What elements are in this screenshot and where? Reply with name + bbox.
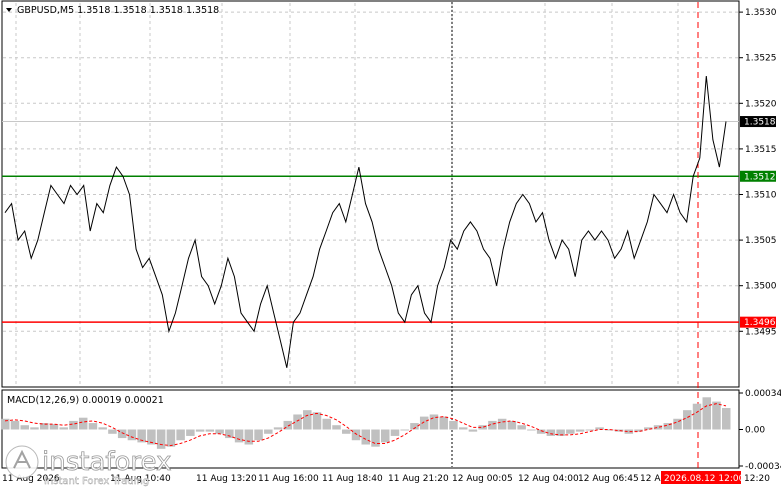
price-tick-label: 1.3510 [745,191,777,201]
macd-bar [322,418,332,430]
macd-bar [449,420,458,430]
macd-bar [234,429,244,443]
trading-chart: GBPUSD,M5 1.3518 1.3518 1.3518 1.3518 MA… [0,0,781,489]
time-label: 12 Aug 00:05 [452,474,513,484]
price-tick-label: 1.3515 [745,145,777,155]
macd-bar [20,425,29,430]
price-tick-label: 1.3520 [745,99,777,109]
macd-bar [127,429,137,441]
macd-bar [380,429,390,443]
macd-bar [585,429,595,431]
macd-bar [244,429,254,445]
time-label: 11 Aug 16:00 [258,474,319,484]
macd-bar [361,429,370,445]
price-tick-label: 1.3530 [745,8,777,18]
macd-bar [98,427,107,430]
macd-bar [195,429,205,432]
macd-bar [69,420,78,430]
macd-bar [225,429,234,439]
price-tick-label: 1.3525 [745,54,777,64]
macd-bar [536,429,546,434]
macd-bar [429,414,439,430]
macd-bar [722,408,731,430]
macd-bar [312,412,322,430]
macd-bar [371,429,380,447]
time-label: 12 Aug 04:00 [518,474,579,484]
macd-bar [78,417,88,430]
watermark-tagline: Instant Forex Trading [44,476,149,487]
time-highlight-label: 2026.08.12 12:00 [664,474,745,484]
macd-tick-label: -0.00034 [745,462,781,472]
macd-bar [342,429,351,434]
time-label: 11 Aug 18:40 [322,474,383,484]
current-price-label: 1.3518 [744,118,776,128]
macd-bar [702,397,712,430]
macd-bar [517,425,526,430]
macd-bar [88,423,98,430]
macd-bar [186,429,195,436]
macd-bar [527,429,536,431]
macd-bar [692,403,702,430]
macd-bar [254,429,263,441]
price-tick-label: 1.3505 [745,236,777,246]
macd-bar [458,427,468,430]
symbol-info: GBPUSD,M5 1.3518 1.3518 1.3518 1.3518 [17,5,219,16]
macd-bar [575,429,585,432]
macd-bar [653,425,663,430]
macd-bar [264,429,273,434]
macd-bar [400,429,409,431]
macd-bar [497,418,507,430]
macd-bar [419,416,429,430]
macd-bar [108,429,117,434]
macd-bar [712,401,721,430]
time-right-label: 12:20 [744,474,770,484]
macd-bar [468,429,478,432]
macd-bar [156,429,166,449]
macd-bar [205,429,215,432]
macd-tick-label: 0.00034 [745,389,781,399]
instaforex-logo [5,445,39,479]
macd-bar [59,427,68,430]
time-label: 12 Aug 06:45 [578,474,639,484]
macd-bar [176,429,185,441]
macd-bar [10,420,20,430]
watermark-brand: instaforex [42,447,171,477]
macd-bar [273,427,283,430]
macd-bar [166,429,176,447]
price-tick-label: 1.3495 [745,327,777,337]
macd-bar [390,429,400,436]
macd-bar [566,429,575,434]
macd-bar [683,410,692,430]
macd-bar [332,425,341,430]
macd-info: MACD(12,26,9) 0.00019 0.00021 [7,395,164,406]
time-label: 11 Aug 13:20 [196,474,257,484]
macd-bar [507,420,517,430]
time-label: 11 Aug 21:20 [388,474,449,484]
resistance-price-label: 1.3512 [744,172,776,182]
macd-tick-label: 0.00 [745,426,765,436]
price-tick-label: 1.3500 [745,282,777,292]
macd-bar [30,427,39,430]
macd-bar [215,429,224,434]
support-price-label: 1.3496 [744,318,776,328]
macd-bar [439,416,448,430]
macd-bar [303,410,312,430]
